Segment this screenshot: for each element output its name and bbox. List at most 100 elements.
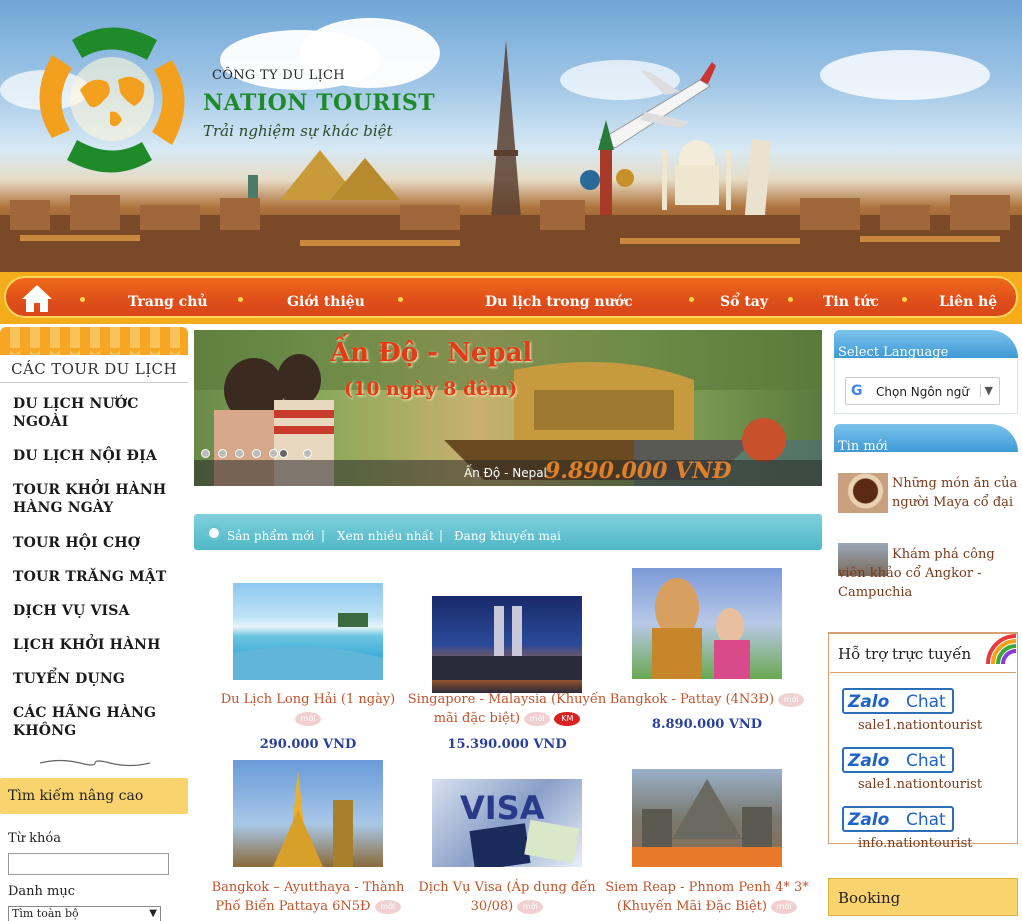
tab-new-products[interactable]: Sản phẩm mới — [227, 529, 314, 543]
language-header: Select Language — [834, 330, 1018, 360]
product-name[interactable]: Siem Reap - Phnom Penh 4* 3* (Khuyến Mãi… — [602, 878, 812, 916]
support-contact[interactable]: info.nationtourist — [858, 836, 972, 851]
news-title: Tin mới — [838, 439, 888, 454]
product-image[interactable]: VISA — [432, 779, 582, 867]
main-nav: Trang chủ Giới thiệu Du lịch trong nước … — [0, 272, 1022, 324]
slider-dot-1[interactable] — [201, 449, 210, 458]
zalo-chat-button[interactable]: Zalo Chat — [842, 806, 954, 832]
nav-item-home[interactable]: Trang chủ — [128, 294, 208, 310]
menu-item-foreign-travel[interactable]: DU LỊCH NƯỚC NGOÀI — [13, 395, 183, 431]
nav-item-about[interactable]: Giới thiệu — [287, 294, 365, 310]
product-image[interactable] — [632, 769, 782, 867]
zalo-icon: Zalo — [848, 692, 890, 712]
product-price: 8.890.000 VND — [651, 717, 763, 732]
product-tabs: Sản phẩm mới | Xem nhiều nhất | Đang khu… — [194, 514, 822, 550]
product-name[interactable]: Singapore - Malaysia (Khuyến mãi đặc biệ… — [402, 690, 612, 728]
company-slogan: Trải nghiệm sự khác biệt — [203, 122, 393, 140]
zalo-chat-button[interactable]: Zalo Chat — [842, 747, 954, 773]
zalo-chat-label: Chat — [906, 810, 946, 830]
divider-ornament — [40, 759, 150, 767]
nav-bar: Trang chủ Giới thiệu Du lịch trong nước … — [4, 276, 1018, 318]
tab-separator: | — [439, 528, 444, 542]
nav-separator — [788, 297, 793, 302]
nav-item-contact[interactable]: Liên hệ — [939, 294, 997, 310]
support-contact[interactable]: sale1.nationtourist — [858, 777, 982, 792]
news-header: Tin mới — [834, 424, 1018, 454]
news-item[interactable]: Khám phá công viên khảo cổ Angkor - Camp… — [838, 545, 1014, 602]
product-image[interactable] — [233, 760, 383, 867]
slide-subtitle: (10 ngày 8 đêm) — [344, 378, 518, 400]
slide-title: Ấn Độ - Nepal — [330, 338, 533, 368]
company-logo[interactable] — [32, 20, 192, 178]
product-name[interactable]: Dịch Vụ Visa (Áp dụng đến 30/08) mới — [402, 878, 612, 916]
product-name[interactable]: Bangkok – Ayutthaya - Thành Phố Biển Pat… — [203, 878, 413, 916]
nav-separator — [398, 297, 403, 302]
news-thumbnail[interactable] — [838, 473, 888, 513]
menu-item-honeymoon-tours[interactable]: TOUR TRĂNG MẬT — [13, 568, 183, 586]
new-badge: mới — [778, 692, 805, 707]
zalo-chat-button[interactable]: Zalo Chat — [842, 688, 954, 714]
product-price: 15.390.000 VND — [447, 737, 567, 752]
tab-most-viewed[interactable]: Xem nhiều nhất — [337, 529, 434, 543]
keyword-input[interactable] — [8, 853, 169, 875]
product-name[interactable]: Du Lịch Long Hải (1 ngày) mới — [203, 690, 413, 728]
category-select-value: Tìm toàn bộ — [12, 907, 79, 920]
menu-item-recruitment[interactable]: TUYỂN DỤNG — [13, 670, 183, 688]
divider — [830, 672, 1016, 673]
product-image[interactable] — [432, 596, 582, 693]
menu-item-daily-tours[interactable]: TOUR KHỞI HÀNH HÀNG NGÀY — [13, 481, 183, 517]
menu-item-departure-schedule[interactable]: LỊCH KHỞI HÀNH — [13, 636, 183, 654]
language-select[interactable]: G Chọn Ngôn ngữ ▼ — [845, 377, 1000, 405]
slider-dot-3[interactable] — [235, 449, 244, 458]
scallop-decoration — [0, 348, 188, 358]
slider-dot-7[interactable] — [303, 449, 312, 458]
nav-separator — [80, 297, 85, 302]
product-image[interactable] — [233, 583, 383, 680]
company-type-label: CÔNG TY DU LỊCH — [212, 68, 345, 83]
product-title[interactable]: Bangkok - Pattay (4N3Đ) — [610, 692, 774, 707]
new-badge: mới — [374, 899, 401, 914]
product-image[interactable] — [632, 568, 782, 679]
slider-dot-5[interactable] — [269, 449, 278, 458]
company-name: NATION TOURIST — [203, 90, 436, 116]
slider-dot-2[interactable] — [218, 449, 227, 458]
menu-item-domestic-travel[interactable]: DU LỊCH NỘI ĐỊA — [13, 447, 183, 465]
nav-item-news[interactable]: Tin tức — [823, 294, 879, 310]
tab-bullet-icon — [206, 525, 222, 541]
keyword-label: Từ khóa — [8, 831, 62, 846]
product-title[interactable]: Dịch Vụ Visa (Áp dụng đến 30/08) — [418, 880, 595, 914]
new-badge: mới — [524, 711, 551, 726]
new-badge: mới — [517, 899, 544, 914]
promo-badge: KM — [554, 711, 581, 726]
booking-header[interactable]: Booking — [828, 878, 1018, 916]
language-select-label: Chọn Ngôn ngữ — [876, 385, 969, 399]
zalo-chat-label: Chat — [906, 751, 946, 771]
advanced-search-header: Tìm kiếm nâng cao — [0, 778, 188, 814]
product-price: 290.000 VND — [259, 737, 357, 752]
zalo-icon: Zalo — [848, 751, 890, 771]
slider-dot-active[interactable] — [279, 449, 288, 458]
slider-dot-4[interactable] — [252, 449, 261, 458]
category-label: Danh mục — [8, 884, 76, 899]
menu-item-fair-tours[interactable]: TOUR HỘI CHỢ — [13, 534, 183, 552]
airplane-icon — [598, 62, 716, 149]
advanced-search-title: Tìm kiếm nâng cao — [8, 788, 144, 804]
product-title[interactable]: Du Lịch Long Hải (1 ngày) — [221, 692, 396, 707]
booking-title: Booking — [838, 889, 901, 907]
news-item[interactable]: Những món ăn của người Maya cổ đại — [892, 474, 1018, 512]
zalo-chat-label: Chat — [906, 692, 946, 712]
nav-item-handbook[interactable]: Sổ tay — [720, 294, 768, 310]
slide-price: 9.890.000 VNĐ — [545, 458, 732, 484]
menu-item-airlines[interactable]: CÁC HÃNG HÀNG KHÔNG — [13, 704, 183, 740]
menu-item-visa-service[interactable]: DỊCH VỤ VISA — [13, 602, 183, 620]
tab-on-sale[interactable]: Đang khuyến mại — [454, 529, 561, 543]
nav-separator — [689, 297, 694, 302]
header-banner: CÔNG TY DU LỊCH NATION TOURIST Trải nghi… — [0, 0, 1022, 272]
nav-item-domestic-tours[interactable]: Du lịch trong nước — [485, 294, 633, 310]
home-icon[interactable] — [20, 283, 54, 313]
category-select[interactable]: Tìm toàn bộ ▼ — [8, 906, 161, 921]
product-name[interactable]: Bangkok - Pattay (4N3Đ) mới — [602, 690, 812, 709]
nav-separator — [902, 297, 907, 302]
new-badge: mới — [771, 899, 798, 914]
support-contact[interactable]: sale1.nationtourist — [858, 718, 982, 733]
